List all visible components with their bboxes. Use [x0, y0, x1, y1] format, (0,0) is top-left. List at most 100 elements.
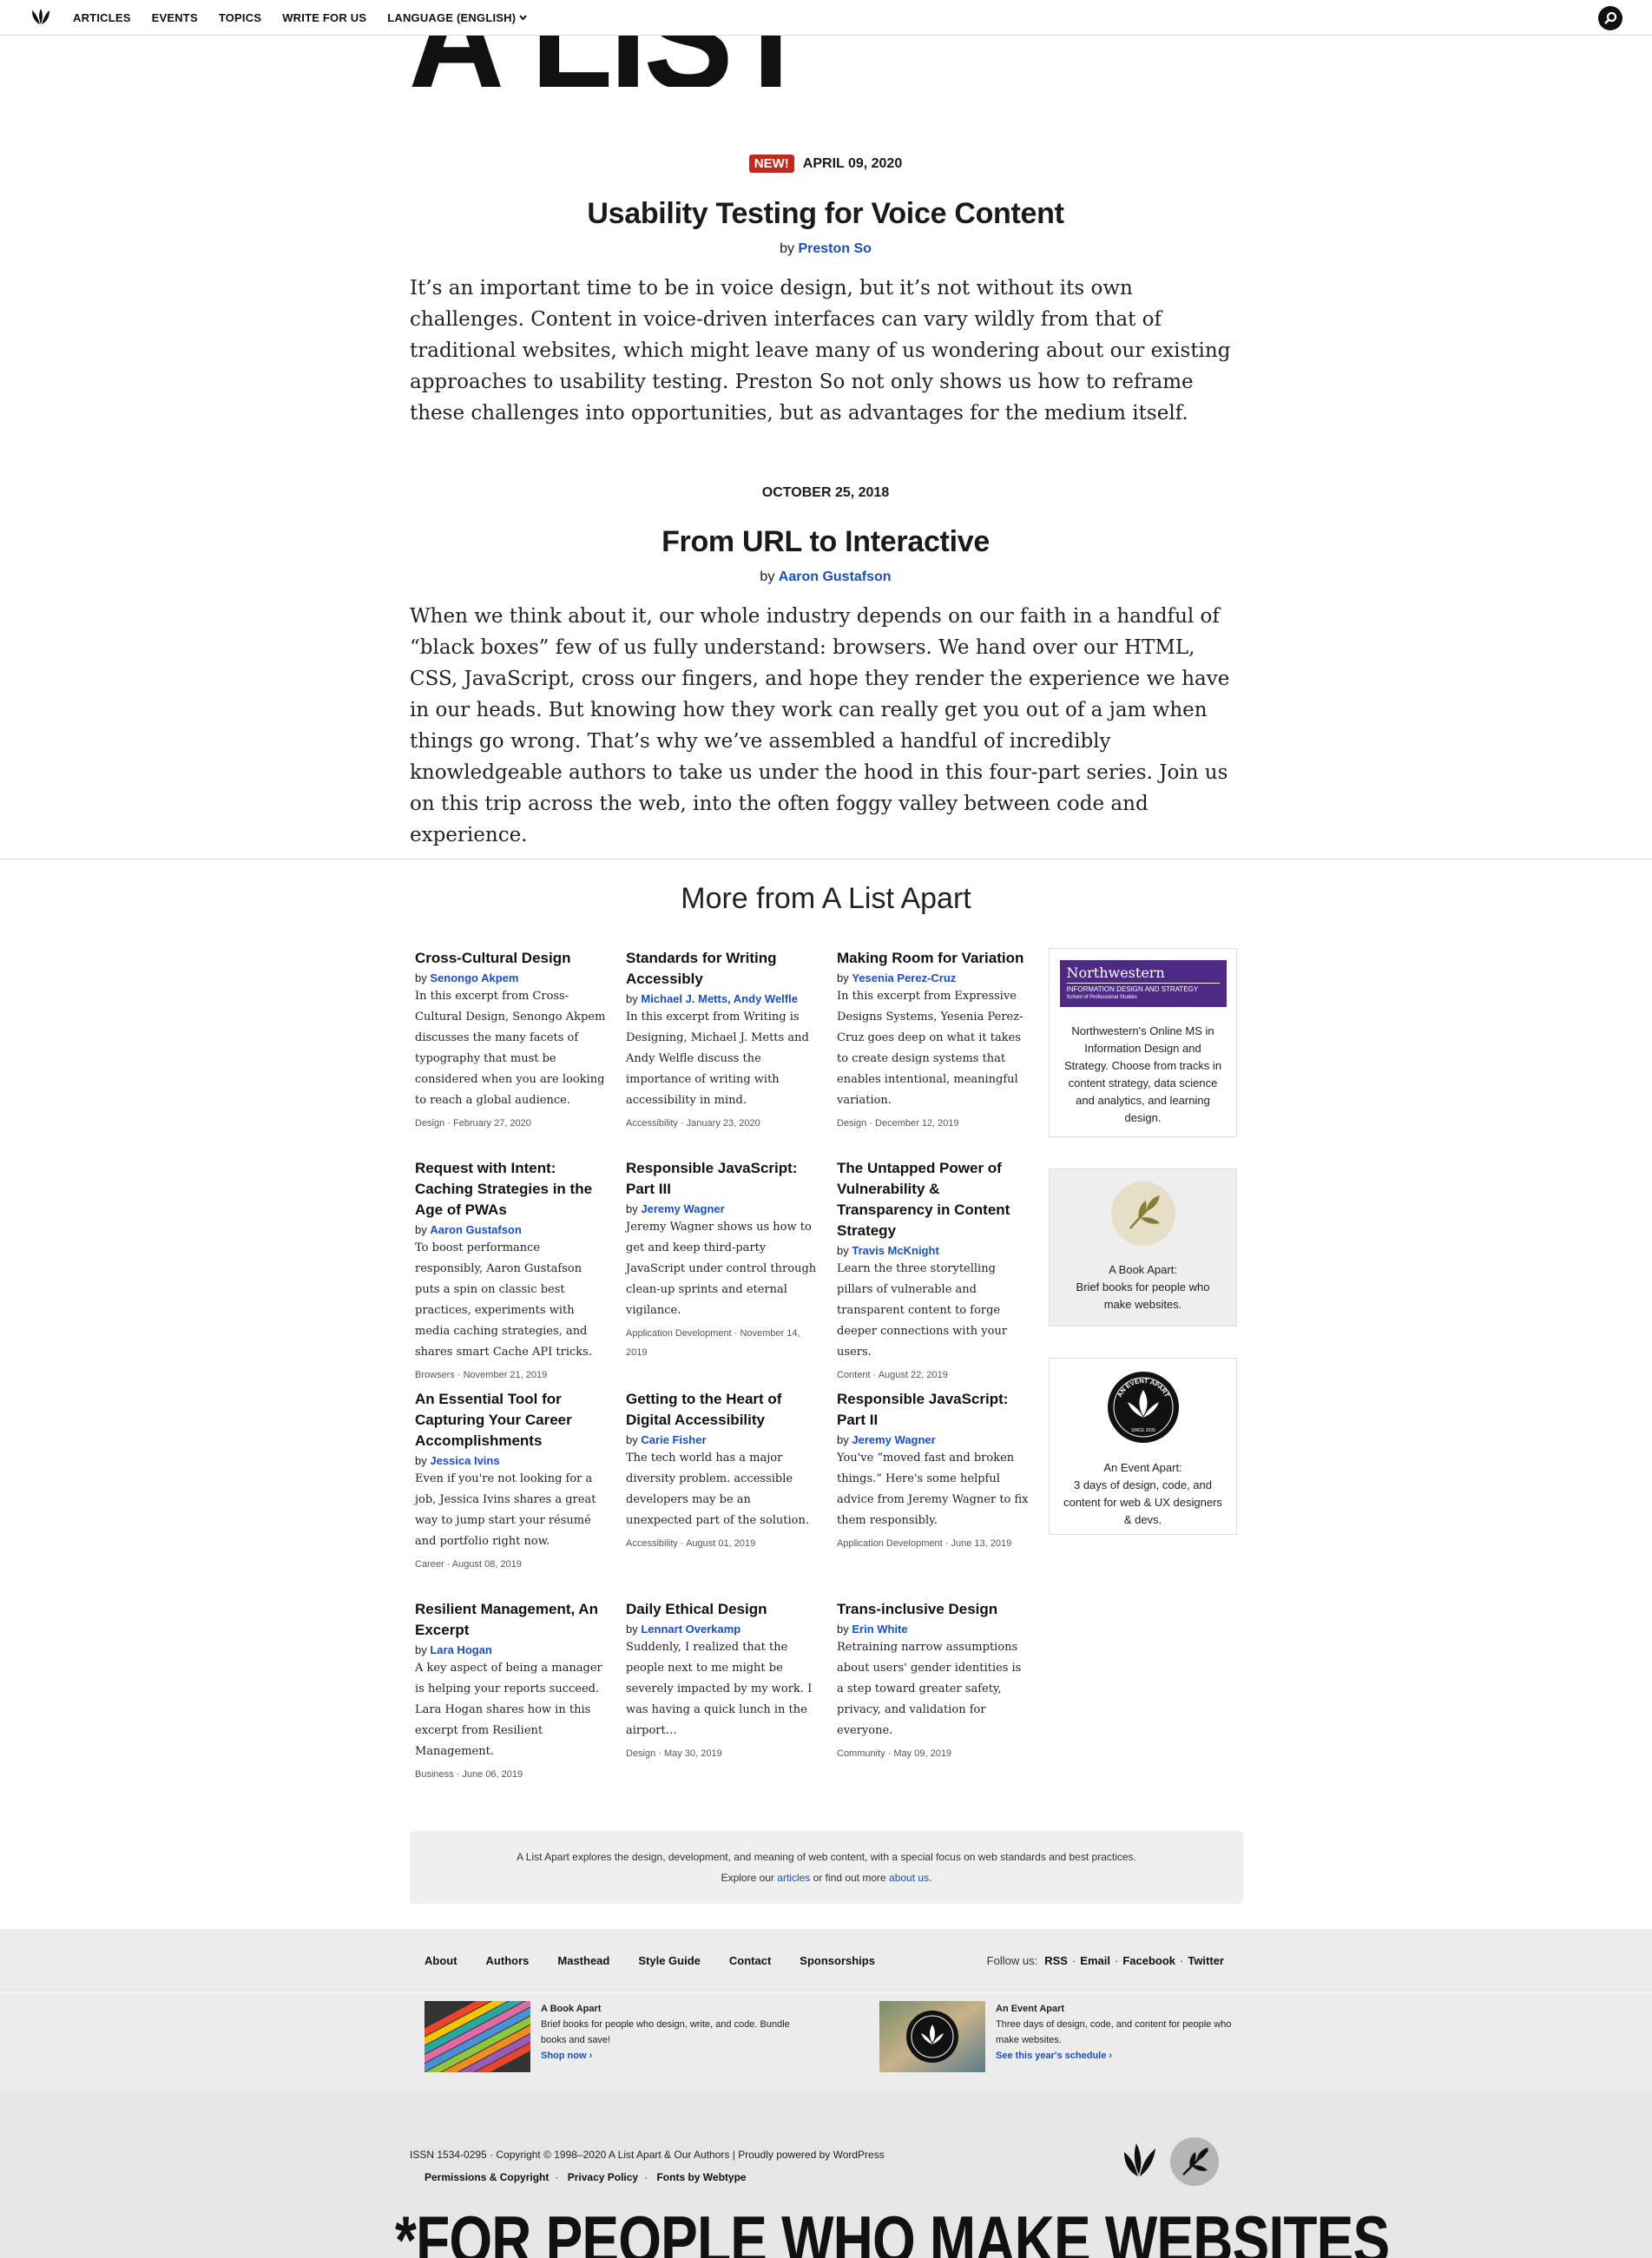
article-card-title[interactable]: Trans-inclusive Design	[837, 1599, 1030, 1620]
permissions-link[interactable]: Permissions & Copyright	[425, 2171, 549, 2183]
article-card-meta: Design · May 30, 2019	[626, 1748, 722, 1759]
author-link[interactable]: Preston So	[798, 241, 871, 256]
nav-events[interactable]: EVENTS	[152, 11, 198, 24]
author-link[interactable]: Aaron Gustafson	[430, 1223, 521, 1236]
author-link[interactable]: Erin White	[852, 1623, 907, 1636]
event-apart-promo-text: Three days of design, code, and content …	[996, 2019, 1232, 2045]
article-card-title[interactable]: Standards for Writing Accessibly	[626, 948, 819, 990]
article-card-byline: by Jeremy Wagner	[837, 1433, 1030, 1446]
article-card-title[interactable]: An Essential Tool for Capturing Your Car…	[415, 1389, 608, 1452]
author-link[interactable]: Carie Fisher	[641, 1433, 706, 1446]
ala-leaves-icon[interactable]	[30, 7, 52, 28]
author-link[interactable]: Jeremy Wagner	[852, 1433, 935, 1446]
article-card-title[interactable]: Making Room for Variation	[837, 948, 1030, 969]
author-link[interactable]: Aaron Gustafson	[779, 569, 892, 584]
author-link[interactable]: Jessica Ivins	[430, 1454, 499, 1467]
author-link[interactable]: Jeremy Wagner	[641, 1202, 724, 1215]
article-summary: It’s an important time to be in voice de…	[410, 277, 1231, 425]
article-title[interactable]: From URL to Interactive	[410, 525, 1241, 559]
article-card-meta: Content · August 22, 2019	[837, 1370, 948, 1380]
article-card: Making Room for Variation by Yesenia Pere…	[837, 948, 1030, 1133]
fonts-link[interactable]: Fonts by Webtype	[656, 2171, 746, 2183]
book-apart-ad-title: A Book Apart:	[1109, 1263, 1177, 1276]
book-apart-promo-title: A Book Apart	[541, 2004, 602, 2014]
footer-link-authors[interactable]: Authors	[486, 1954, 530, 1967]
byline: by Preston So	[410, 241, 1241, 257]
by-label: by	[626, 992, 638, 1005]
article-card-title[interactable]: Cross-Cultural Design	[415, 948, 608, 969]
article-card-desc: Suddenly, I realized that the people nex…	[626, 1641, 813, 1737]
article-card-title[interactable]: Daily Ethical Design	[626, 1599, 819, 1620]
article-card-title[interactable]: Resilient Management, An Excerpt	[415, 1599, 608, 1641]
nav-topics[interactable]: TOPICS	[219, 11, 261, 24]
article-date: APRIL 09, 2020	[802, 155, 903, 171]
event-badge-since: SINCE 2005	[1131, 1428, 1155, 1433]
by-label: by	[837, 1244, 849, 1257]
northwestern-logo[interactable]: Northwestern INFORMATION DESIGN AND STRA…	[1059, 960, 1227, 1007]
footer-icons	[1116, 2136, 1220, 2187]
featured-article: NEW! APRIL 09, 2020 Usability Testing fo…	[410, 155, 1241, 429]
article-card-meta: Design · December 12, 2019	[837, 1118, 959, 1129]
privacy-link[interactable]: Privacy Policy	[568, 2171, 638, 2183]
footer-link-contact[interactable]: Contact	[729, 1954, 771, 1967]
nav-language[interactable]: LANGUAGE (ENGLISH)	[387, 11, 528, 24]
separator: ·	[1071, 1953, 1076, 1967]
separator: ·	[555, 2171, 559, 2183]
about-us-link[interactable]: about us	[889, 1872, 929, 1884]
northwestern-logo-sub: INFORMATION DESIGN AND STRATEGY	[1066, 985, 1199, 993]
article-card: Daily Ethical Design by Lennart Overkamp S…	[626, 1599, 819, 1763]
search-button[interactable]	[1598, 6, 1622, 30]
by-label: by	[780, 241, 794, 256]
article-card-desc: In this excerpt from Writing is Designin…	[626, 1011, 809, 1107]
separator: ·	[644, 2171, 648, 2183]
author-link[interactable]: Senongo Akpem	[430, 971, 518, 984]
article-card-title[interactable]: Responsible JavaScript: Part III	[626, 1158, 819, 1200]
articles-link[interactable]: articles	[777, 1872, 810, 1884]
article-card-byline: by Jessica Ivins	[415, 1454, 608, 1467]
ala-leaves-icon[interactable]	[1116, 2136, 1162, 2183]
article-card-byline: by Lara Hogan	[415, 1643, 608, 1656]
author-link[interactable]: Michael J. Metts, Andy Welfle	[641, 992, 798, 1005]
author-link[interactable]: Lara Hogan	[430, 1643, 492, 1656]
article-card-title[interactable]: Responsible JavaScript: Part II	[837, 1389, 1030, 1431]
article-title[interactable]: Usability Testing for Voice Content	[410, 197, 1241, 231]
article-card-meta: Business · June 06, 2019	[415, 1769, 523, 1780]
book-apart-ad[interactable]: A Book Apart: Brief books for people who…	[1049, 1168, 1237, 1326]
follow-facebook[interactable]: Facebook	[1122, 1954, 1175, 1967]
event-apart-ad-text: 3 days of design, code, and content for …	[1063, 1478, 1222, 1526]
follow-rss[interactable]: RSS	[1044, 1954, 1068, 1967]
schedule-link[interactable]: See this year's schedule ›	[996, 2051, 1112, 2061]
article-card-title[interactable]: Getting to the Heart of Digital Accessib…	[626, 1389, 819, 1431]
footer-link-sponsorships[interactable]: Sponsorships	[800, 1954, 875, 1967]
northwestern-ad[interactable]: Northwestern INFORMATION DESIGN AND STRA…	[1049, 948, 1237, 1137]
book-stack-image[interactable]	[425, 2001, 530, 2072]
article-card-byline: by Yesenia Perez-Cruz	[837, 971, 1030, 984]
article-card-meta: Community · May 09, 2019	[837, 1748, 952, 1759]
leaf-badge-icon[interactable]	[1169, 2136, 1220, 2187]
article-card-desc: To boost performance responsibly, Aaron …	[415, 1241, 592, 1359]
follow-email[interactable]: Email	[1080, 1954, 1110, 1967]
author-link[interactable]: Lennart Overkamp	[641, 1623, 740, 1636]
nav-language-label: LANGUAGE (ENGLISH)	[387, 11, 517, 24]
top-nav: ARTICLES EVENTS TOPICS WRITE FOR US LANG…	[0, 0, 1652, 36]
nav-write-for-us[interactable]: WRITE FOR US	[282, 11, 366, 24]
shop-now-link[interactable]: Shop now ›	[541, 2051, 592, 2061]
article-card-byline: by Senongo Akpem	[415, 971, 608, 984]
follow-twitter[interactable]: Twitter	[1188, 1954, 1224, 1967]
nav-articles[interactable]: ARTICLES	[73, 11, 131, 24]
article-card-title[interactable]: The Untapped Power of Vulnerability & Tr…	[837, 1158, 1030, 1241]
article-card-byline: by Aaron Gustafson	[415, 1223, 608, 1236]
event-apart-ad[interactable]: AN EVENT APART SINCE 2005 An Event Apart…	[1049, 1358, 1237, 1535]
event-apart-promo-title: An Event Apart	[996, 2004, 1065, 2014]
article-card-byline: by Carie Fisher	[626, 1433, 819, 1446]
footer-link-style-guide[interactable]: Style Guide	[638, 1954, 701, 1967]
article-card-title[interactable]: Request with Intent: Caching Strategies …	[415, 1158, 608, 1221]
author-link[interactable]: Yesenia Perez-Cruz	[852, 971, 956, 984]
footer-link-masthead[interactable]: Masthead	[557, 1954, 609, 1967]
byline: by Aaron Gustafson	[410, 569, 1241, 585]
event-apart-image[interactable]	[879, 2001, 985, 2072]
author-link[interactable]: Travis McKnight	[852, 1244, 938, 1257]
by-label: by	[626, 1623, 638, 1636]
footer-link-about[interactable]: About	[425, 1954, 457, 1967]
article-card: An Essential Tool for Capturing Your Car…	[415, 1389, 608, 1574]
